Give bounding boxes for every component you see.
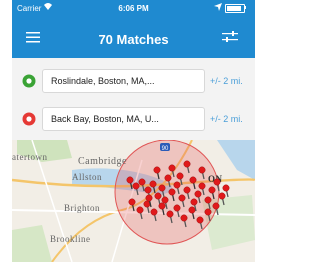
map-pin-icon[interactable] [204, 208, 212, 222]
status-bar: Carrier 6:06 PM [12, 0, 255, 16]
location-row-2[interactable]: Back Bay, Boston, MA, U... +/- 2 mi. [12, 102, 255, 136]
map-pin-icon[interactable] [164, 174, 172, 188]
page-title: 70 Matches [98, 32, 169, 47]
map-pin-icon[interactable] [188, 206, 196, 220]
battery-icon [225, 4, 245, 13]
map-pin-icon[interactable] [198, 166, 206, 180]
app-screen: Carrier 6:06 PM 70 Matches Roslindale, B… [12, 0, 255, 262]
map-pin-icon[interactable] [212, 202, 220, 216]
map-pin-icon[interactable] [153, 166, 161, 180]
app-header: Carrier 6:06 PM 70 Matches [12, 0, 255, 58]
location-list: Roslindale, Boston, MA,... +/- 2 mi. Bac… [12, 58, 255, 140]
map-view[interactable]: 90 atertown Cambridge Allston Brighton B… [12, 139, 255, 262]
map-pin-icon[interactable] [158, 202, 166, 216]
map-pin-icon[interactable] [138, 178, 146, 192]
map-pin-icon[interactable] [128, 198, 136, 212]
map-pin-icon[interactable] [126, 176, 134, 190]
location-address-field[interactable]: Back Bay, Boston, MA, U... [42, 107, 205, 131]
location-row-1[interactable]: Roslindale, Boston, MA,... +/- 2 mi. [12, 64, 255, 98]
map-pin-icon[interactable] [166, 210, 174, 224]
map-pin-icon[interactable] [189, 176, 197, 190]
map-pin-icon[interactable] [168, 188, 176, 202]
map-pin-icon[interactable] [136, 206, 144, 220]
location-arrow-icon [214, 3, 222, 13]
location-address-field[interactable]: Roslindale, Boston, MA,... [42, 69, 205, 93]
map-pin-icon[interactable] [183, 160, 191, 174]
map-pin-icon[interactable] [180, 214, 188, 228]
green-circle-icon [22, 74, 36, 93]
map-pin-icon[interactable] [173, 204, 181, 218]
map-pin-icon[interactable] [150, 208, 158, 222]
map-pin-icon[interactable] [178, 194, 186, 208]
map-pin-icon[interactable] [132, 182, 140, 196]
radius-selector[interactable]: +/- 2 mi. [210, 107, 255, 131]
battery-tip [244, 6, 246, 9]
map-pin-icon[interactable] [204, 196, 212, 210]
radius-selector[interactable]: +/- 2 mi. [210, 69, 255, 93]
red-circle-icon [22, 112, 36, 131]
map-pin-icon[interactable] [218, 192, 226, 206]
map-pins-layer [126, 160, 230, 230]
sliders-filter-icon[interactable] [222, 30, 238, 48]
map-pin-icon[interactable] [196, 216, 204, 230]
map-pin-icon[interactable] [143, 200, 151, 214]
